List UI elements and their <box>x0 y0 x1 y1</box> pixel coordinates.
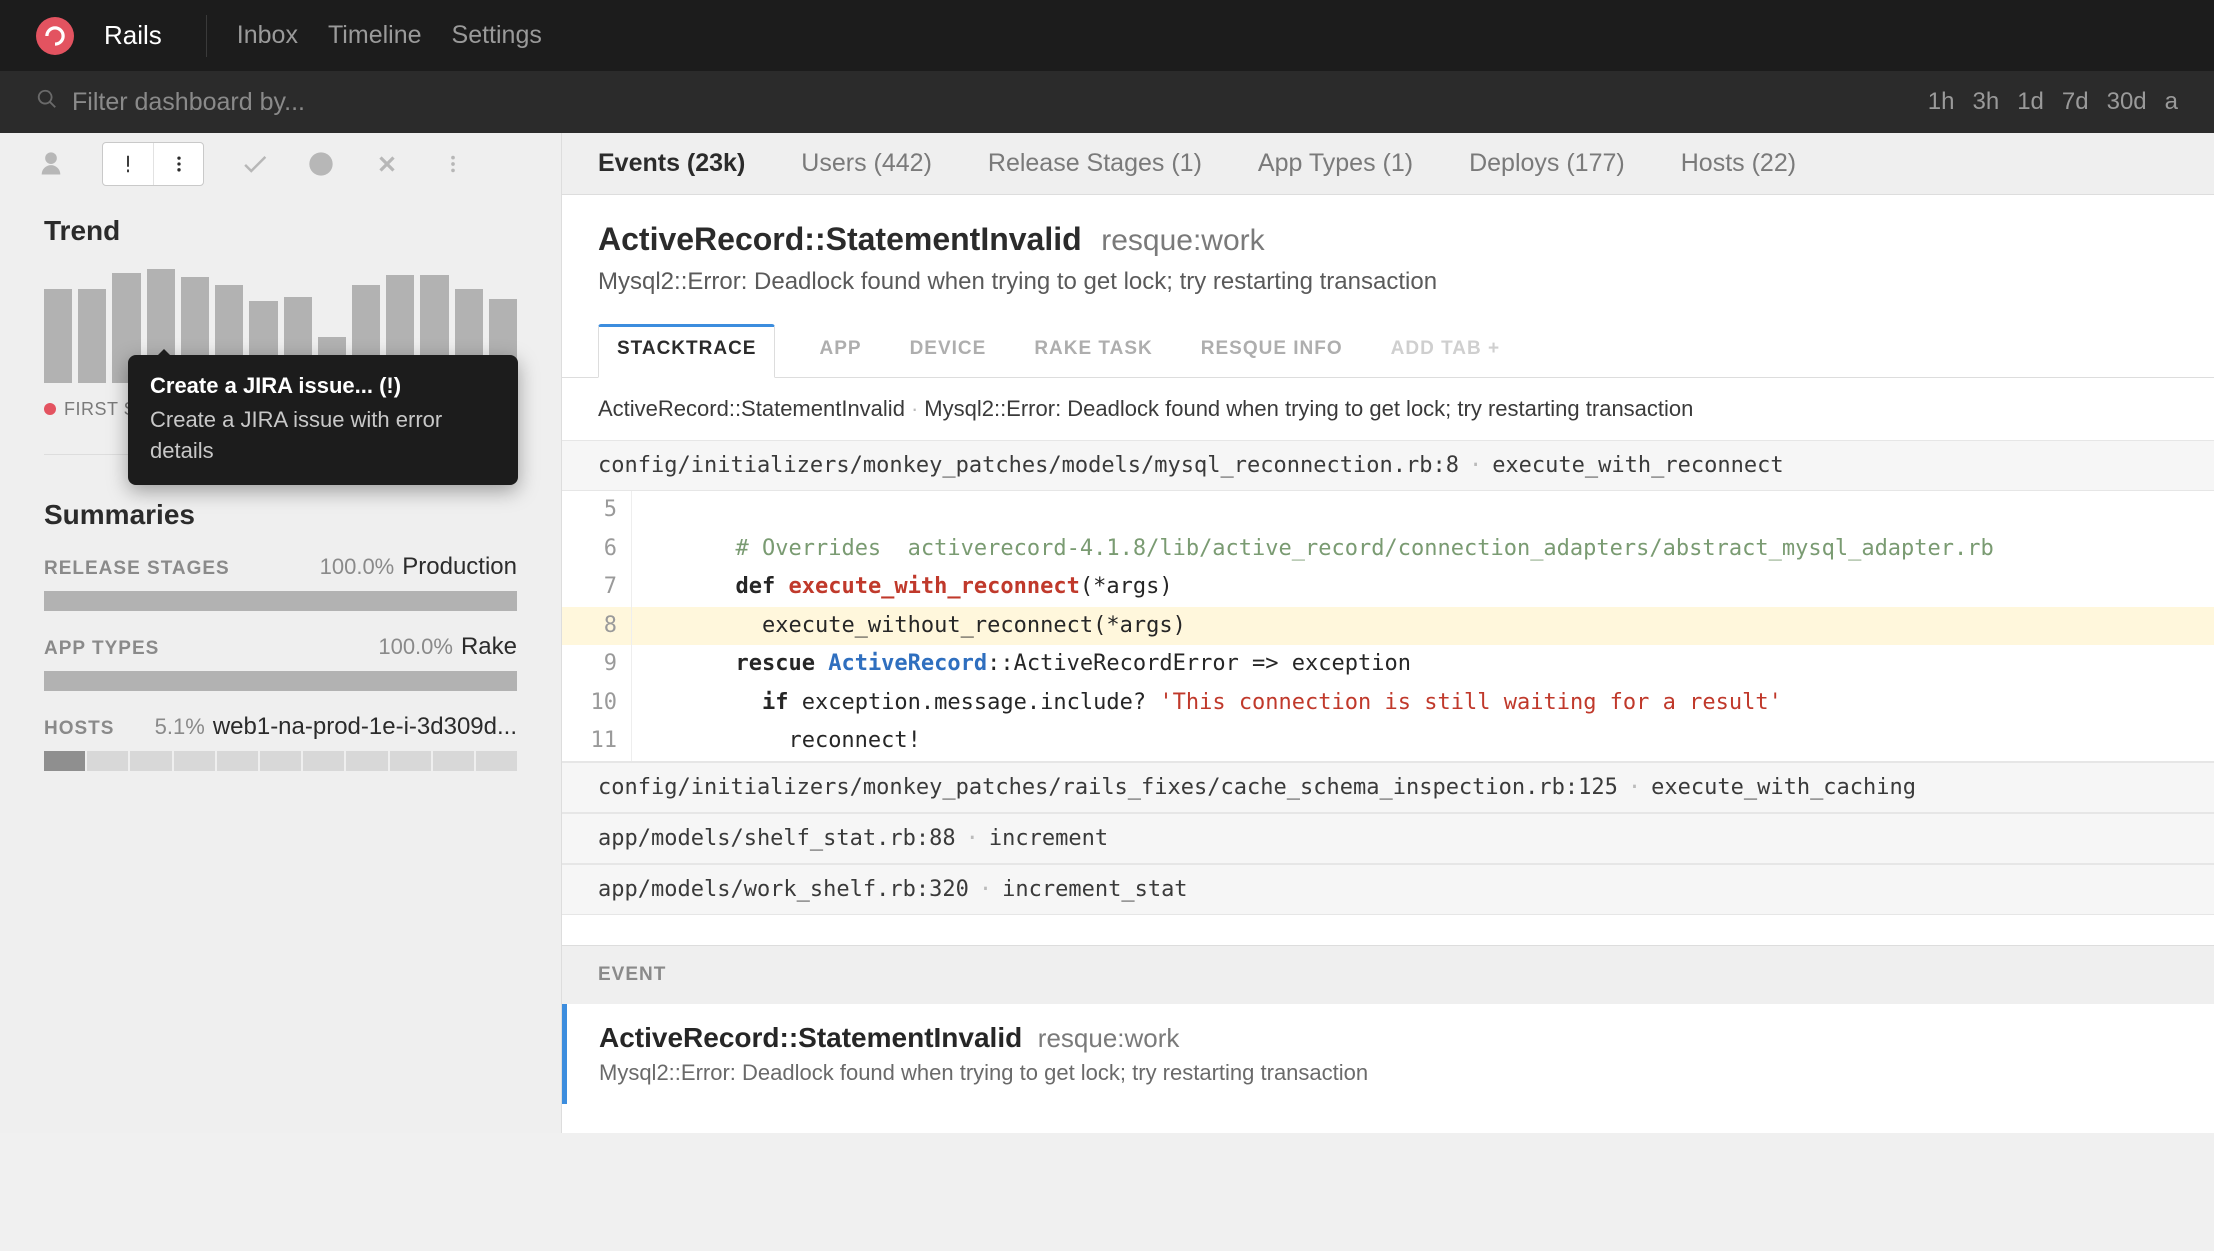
content: Events (23k) Users (442) Release Stages … <box>562 133 2214 1133</box>
range-1d[interactable]: 1d <box>2017 88 2044 116</box>
app-name[interactable]: Rails <box>104 20 162 51</box>
app-types-bar <box>44 671 517 691</box>
bugsnag-logo-icon <box>36 17 74 55</box>
resolve-check-icon[interactable] <box>240 149 270 179</box>
sidebar-toolbar <box>0 133 561 195</box>
range-30d[interactable]: 30d <box>2107 88 2147 116</box>
summary-app-types: APP TYPES 100.0%Rake <box>44 633 517 661</box>
filter-bar: 1h 3h 1d 7d 30d a <box>0 71 2214 133</box>
stack-frame-3[interactable]: app/models/work_shelf.rb:320·increment_s… <box>562 864 2214 915</box>
subtab-device[interactable]: DEVICE <box>906 324 991 377</box>
subtab-resque-info[interactable]: RESQUE INFO <box>1197 324 1347 377</box>
range-all[interactable]: a <box>2165 88 2178 116</box>
event-context: resque:work <box>1038 1023 1180 1053</box>
summary-release-stages: RELEASE STAGES 100.0%Production <box>44 553 517 581</box>
range-7d[interactable]: 7d <box>2062 88 2089 116</box>
tab-app-types[interactable]: App Types (1) <box>1258 149 1413 178</box>
delete-x-icon[interactable] <box>372 151 402 177</box>
error-message: Mysql2::Error: Deadlock found when tryin… <box>598 268 2178 296</box>
top-nav: Rails Inbox Timeline Settings <box>0 0 2214 71</box>
summary-hosts: HOSTS 5.1%web1-na-prod-1e-i-3d309d... <box>44 713 517 741</box>
error-context: resque:work <box>1101 224 1264 257</box>
content-tabs: Events (23k) Users (442) Release Stages … <box>562 133 2214 195</box>
sidebar: Trend FIRST SEEN JUL 22 LAST SEEN OCT 22… <box>0 133 562 1133</box>
search-icon <box>36 88 58 116</box>
tab-deploys[interactable]: Deploys (177) <box>1469 149 1625 178</box>
trend-bar <box>78 289 106 383</box>
tab-release-stages[interactable]: Release Stages (1) <box>988 149 1202 178</box>
nav-timeline[interactable]: Timeline <box>328 21 422 50</box>
range-3h[interactable]: 3h <box>1972 88 1999 116</box>
error-class: ActiveRecord::StatementInvalid <box>598 221 1082 257</box>
tab-events[interactable]: Events (23k) <box>598 149 745 178</box>
hosts-bar <box>44 751 517 771</box>
tooltip-body: Create a JIRA issue with error details <box>150 405 496 467</box>
subtab-add-tab[interactable]: ADD TAB + <box>1387 324 1504 377</box>
nav-divider <box>206 15 207 57</box>
range-1h[interactable]: 1h <box>1928 88 1955 116</box>
assign-user-icon[interactable] <box>36 150 66 178</box>
snooze-clock-icon[interactable] <box>306 150 336 178</box>
subtab-rake-task[interactable]: RAKE TASK <box>1030 324 1156 377</box>
stack-frame-0[interactable]: config/initializers/monkey_patches/model… <box>562 440 2214 491</box>
event-message: Mysql2::Error: Deadlock found when tryin… <box>599 1060 2182 1086</box>
stack-frame-2[interactable]: app/models/shelf_stat.rb:88·increment <box>562 813 2214 864</box>
trend-heading: Trend <box>44 215 517 247</box>
summaries-heading: Summaries <box>44 499 517 531</box>
release-stages-bar <box>44 591 517 611</box>
create-issue-button[interactable] <box>102 142 204 186</box>
subtab-stacktrace[interactable]: STACKTRACE <box>598 324 775 378</box>
filter-input[interactable] <box>72 88 772 117</box>
stack-frame-1[interactable]: config/initializers/monkey_patches/rails… <box>562 762 2214 813</box>
tab-users[interactable]: Users (442) <box>801 149 932 178</box>
event-card[interactable]: ActiveRecord::StatementInvalid resque:wo… <box>562 1004 2214 1104</box>
subtab-app[interactable]: APP <box>815 324 865 377</box>
nav-inbox[interactable]: Inbox <box>237 21 298 50</box>
trace-meta: ActiveRecord::StatementInvalid·Mysql2::E… <box>562 378 2214 440</box>
tooltip-title: Create a JIRA issue... (!) <box>150 373 496 399</box>
more-options-icon[interactable] <box>438 153 468 175</box>
detail-tabs: STACKTRACE APP DEVICE RAKE TASK RESQUE I… <box>562 306 2214 378</box>
more-vert-icon <box>153 143 203 185</box>
event-section-header: EVENT <box>562 945 2214 1004</box>
tab-hosts[interactable]: Hosts (22) <box>1681 149 1796 178</box>
error-header: ActiveRecord::StatementInvalid resque:wo… <box>562 195 2214 306</box>
nav-settings[interactable]: Settings <box>452 21 542 50</box>
trend-bar <box>44 289 72 383</box>
jira-tooltip: Create a JIRA issue... (!) Create a JIRA… <box>128 355 518 485</box>
event-class: ActiveRecord::StatementInvalid <box>599 1022 1022 1053</box>
exclamation-icon <box>103 143 153 185</box>
code-snippet: 5 6 # Overrides activerecord-4.1.8/lib/a… <box>562 491 2214 762</box>
